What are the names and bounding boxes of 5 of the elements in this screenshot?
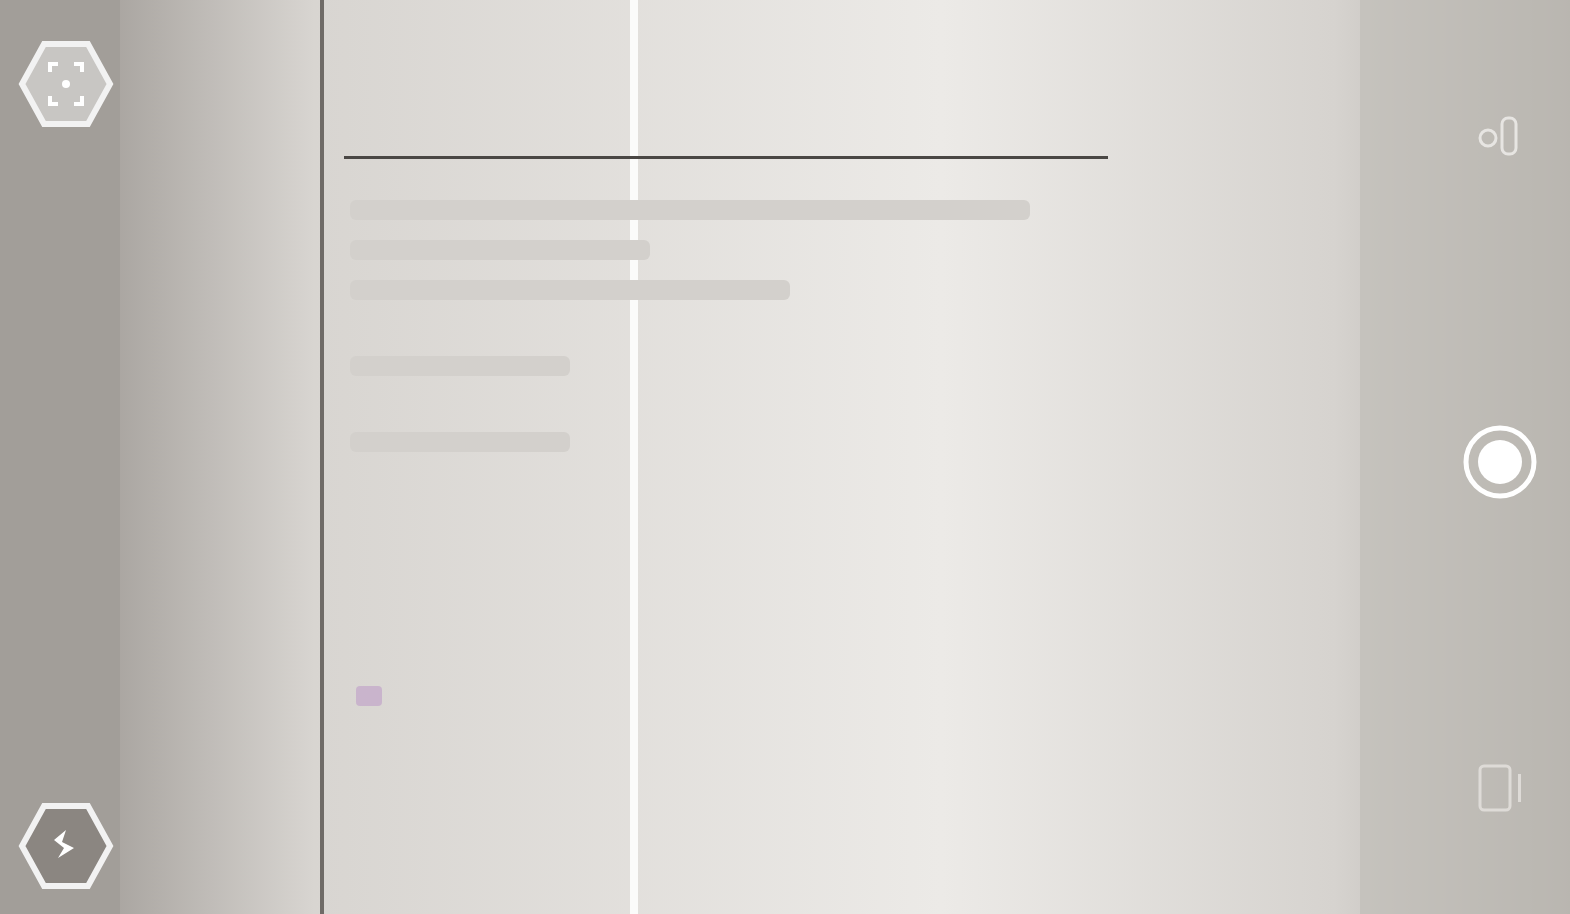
flash-icon[interactable]: [17, 798, 113, 894]
video-icon[interactable]: [1476, 762, 1524, 814]
switch-camera-icon[interactable]: [1476, 112, 1524, 160]
shutter-button[interactable]: [1460, 421, 1540, 501]
focus-icon[interactable]: [17, 36, 113, 132]
